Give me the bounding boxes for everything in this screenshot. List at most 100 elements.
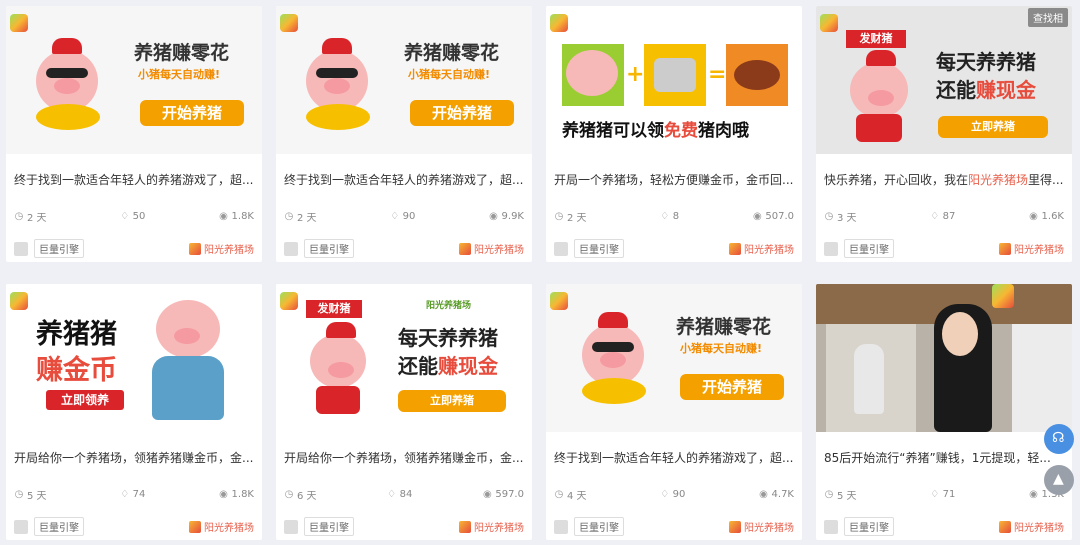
pork-icon: [734, 60, 780, 90]
ad-line-1: 每天养养猪: [936, 50, 1036, 74]
advertiser-link[interactable]: 阳光养猪场: [999, 519, 1064, 534]
ad-cta-button: 开始养猪: [410, 100, 514, 126]
headset-icon: ☊: [1052, 430, 1065, 446]
app-logo-icon: [10, 292, 28, 310]
platform-tag: 巨量引擎: [304, 517, 354, 536]
ad-thumbnail[interactable]: 养猪赚零花 小猪每天自动赚! 开始养猪: [276, 6, 532, 154]
thumb-up-icon: ♢: [390, 210, 400, 222]
ad-thumbnail[interactable]: 发财猪 阳光养猪场 每天养养猪 还能赚现金 立即养猪: [276, 284, 532, 432]
days-count: 2 天: [27, 213, 47, 224]
person-figure: [854, 344, 884, 414]
creative-card[interactable]: 查找相 发财猪 每天养养猪 还能赚现金 立即养猪 快乐养猪，开心回收，我在阳光养…: [816, 6, 1072, 262]
platform-icon: [284, 519, 298, 534]
gold-ingot-icon: [36, 104, 100, 130]
platform-tag: 巨量引擎: [304, 239, 354, 258]
advertiser-name: 阳光养猪场: [1014, 245, 1064, 256]
advertiser-link[interactable]: 阳光养猪场: [189, 519, 254, 534]
ad-caption: 养猪猪可以领免费猪肉哦: [562, 121, 749, 141]
ad-thumbnail[interactable]: 养猪赚零花 小猪每天自动赚! 开始养猪: [546, 284, 802, 432]
creative-card[interactable]: 养猪赚零花 小猪每天自动赚! 开始养猪 终于找到一款适合年轻人的养猪游戏了，超.…: [276, 6, 532, 262]
advertiser-link[interactable]: 阳光养猪场: [189, 241, 254, 256]
pig-overalls: [152, 356, 224, 420]
find-similar-button[interactable]: 查找相: [1028, 8, 1068, 27]
advertiser-name: 阳光养猪场: [204, 523, 254, 534]
eye-icon: ◉: [219, 488, 228, 500]
pig-tile: [562, 44, 624, 106]
clock-icon: ◷: [554, 488, 564, 500]
ad-badge: 发财猪: [306, 300, 362, 318]
thumb-up-icon: ♢: [930, 210, 940, 222]
creative-card[interactable]: 85后开始流行“养猪”赚钱，1元提现，轻... ◷ 5 天 ♢ 71 ◉ 1.3K 巨…: [816, 284, 1072, 540]
clock-icon: ◷: [554, 210, 564, 222]
creative-card[interactable]: 养猪赚零花 小猪每天自动赚! 开始养猪 终于找到一款适合年轻人的养猪游戏了，超.…: [6, 6, 262, 262]
customer-service-button[interactable]: ☊: [1044, 424, 1074, 454]
app-logo-icon: [550, 292, 568, 310]
ad-thumbnail[interactable]: + = 养猪猪可以领免费猪肉哦: [546, 6, 802, 154]
advertiser-logo-icon: [999, 242, 1011, 255]
card-title[interactable]: 85后开始流行“养猪”赚钱，1元提现，轻...: [824, 449, 1064, 465]
platform-tag: 巨量引擎: [574, 239, 624, 258]
advertiser-link[interactable]: 阳光养猪场: [729, 519, 794, 534]
video-thumbnail[interactable]: [816, 284, 1072, 432]
advertiser-logo-icon: [459, 520, 471, 533]
advertiser-name: 阳光养猪场: [204, 245, 254, 256]
advertiser-link[interactable]: 阳光养猪场: [459, 519, 524, 534]
card-title[interactable]: 开局一个养猪场，轻松方便赚金币，金币回...: [554, 171, 794, 187]
ad-subheadline: 小猪每天自动赚!: [680, 342, 763, 355]
views-count: 1.6K: [1041, 211, 1064, 222]
card-stats: ◷ 2 天 ♢ 90 ◉ 9.9K: [284, 209, 524, 224]
advertiser-logo-icon: [729, 520, 741, 533]
platform-tag: 巨量引擎: [844, 239, 894, 258]
likes-count: 8: [672, 211, 680, 222]
ad-line-2: 还能赚现金: [936, 78, 1036, 102]
eye-icon: ◉: [759, 488, 768, 500]
card-title[interactable]: 开局给你一个养猪场，领猪养猪赚金币，金...: [14, 449, 254, 465]
advertiser-logo-icon: [459, 242, 471, 255]
likes-count: 84: [399, 489, 413, 500]
ad-thumbnail[interactable]: 查找相 发财猪 每天养养猪 还能赚现金 立即养猪: [816, 6, 1072, 154]
app-logo-icon: [280, 14, 298, 32]
advertiser-link[interactable]: 阳光养猪场: [729, 241, 794, 256]
back-to-top-button[interactable]: ▲: [1044, 465, 1074, 495]
eye-icon: ◉: [1029, 488, 1038, 500]
platform-tag: 巨量引擎: [844, 517, 894, 536]
card-stats: ◷ 2 天 ♢ 8 ◉ 507.0: [554, 209, 794, 224]
ad-brandline: 阳光养猪场: [426, 301, 472, 311]
views-count: 507.0: [765, 211, 794, 222]
card-title[interactable]: 终于找到一款适合年轻人的养猪游戏了，超...: [284, 171, 524, 187]
eye-icon: ◉: [489, 210, 498, 222]
card-title[interactable]: 快乐养猪，开心回收，我在阳光养猪场里得...: [824, 171, 1064, 187]
ad-thumbnail[interactable]: 养猪赚零花 小猪每天自动赚! 开始养猪: [6, 6, 262, 154]
card-stats: ◷ 5 天 ♢ 71 ◉ 1.3K: [824, 487, 1064, 502]
ad-headline: 养猪赚零花: [404, 42, 500, 64]
card-stats: ◷ 6 天 ♢ 84 ◉ 597.0: [284, 487, 524, 502]
rocket-icon: ▲: [1053, 471, 1064, 487]
advertiser-name: 阳光养猪场: [744, 523, 794, 534]
ad-cta-button: 开始养猪: [680, 374, 784, 400]
views-count: 1.8K: [231, 489, 254, 500]
advertiser-logo-icon: [729, 242, 741, 255]
equals-icon: =: [708, 62, 727, 87]
likes-count: 74: [132, 489, 146, 500]
eye-icon: ◉: [752, 210, 762, 222]
days-count: 2 天: [297, 213, 317, 224]
thumb-up-icon: ♢: [660, 488, 670, 500]
creative-card[interactable]: 发财猪 阳光养猪场 每天养养猪 还能赚现金 立即养猪 开局给你一个养猪场，领猪养…: [276, 284, 532, 540]
advertiser-link[interactable]: 阳光养猪场: [999, 241, 1064, 256]
ad-thumbnail[interactable]: 养猪猪 赚金币 立即领养: [6, 284, 262, 432]
creative-card[interactable]: 养猪赚零花 小猪每天自动赚! 开始养猪 终于找到一款适合年轻人的养猪游戏了，超.…: [546, 284, 802, 540]
office-wall: [1012, 324, 1072, 432]
card-title[interactable]: 终于找到一款适合年轻人的养猪游戏了，超...: [14, 171, 254, 187]
advertiser-link[interactable]: 阳光养猪场: [459, 241, 524, 256]
clock-icon: ◷: [14, 210, 24, 222]
likes-count: 50: [132, 211, 146, 222]
pot-icon: [654, 58, 696, 92]
platform-icon: [14, 519, 28, 534]
card-title[interactable]: 终于找到一款适合年轻人的养猪游戏了，超...: [554, 449, 794, 465]
creative-card[interactable]: 养猪猪 赚金币 立即领养 开局给你一个养猪场，领猪养猪赚金币，金... ◷ 5 天…: [6, 284, 262, 540]
advertiser-logo-icon: [999, 520, 1011, 533]
app-logo-icon: [992, 284, 1014, 308]
app-logo-icon: [280, 292, 298, 310]
creative-card[interactable]: + = 养猪猪可以领免费猪肉哦 开局一个养猪场，轻松方便赚金币，金币回... ◷…: [546, 6, 802, 262]
card-title[interactable]: 开局给你一个养猪场，领猪养猪赚金币，金...: [284, 449, 524, 465]
